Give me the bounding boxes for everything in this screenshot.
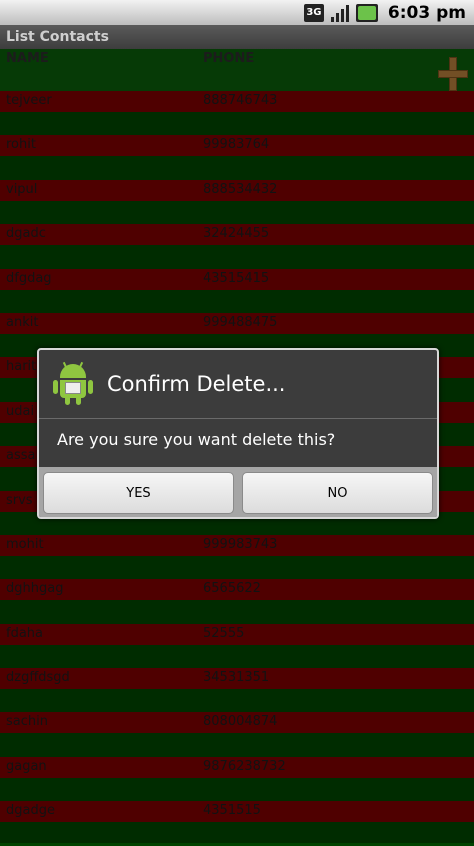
network-3g-icon: 3G (303, 3, 324, 22)
confirm-delete-dialog: Confirm Delete... Are you sure you want … (37, 348, 439, 519)
dialog-button-bar: YES NO (39, 467, 437, 517)
no-button[interactable]: NO (242, 472, 433, 514)
signal-icon (330, 4, 350, 22)
status-bar: 3G 6:03 pm (0, 0, 474, 25)
dialog-header: Confirm Delete... (39, 350, 437, 418)
dialog-title: Confirm Delete... (107, 372, 286, 396)
dialog-divider (39, 418, 437, 419)
battery-icon (355, 3, 378, 22)
status-time: 6:03 pm (387, 2, 466, 23)
yes-button[interactable]: YES (43, 472, 234, 514)
android-icon (53, 361, 93, 406)
dialog-message: Are you sure you want delete this? (57, 430, 336, 449)
app-title: List Contacts (0, 25, 474, 49)
